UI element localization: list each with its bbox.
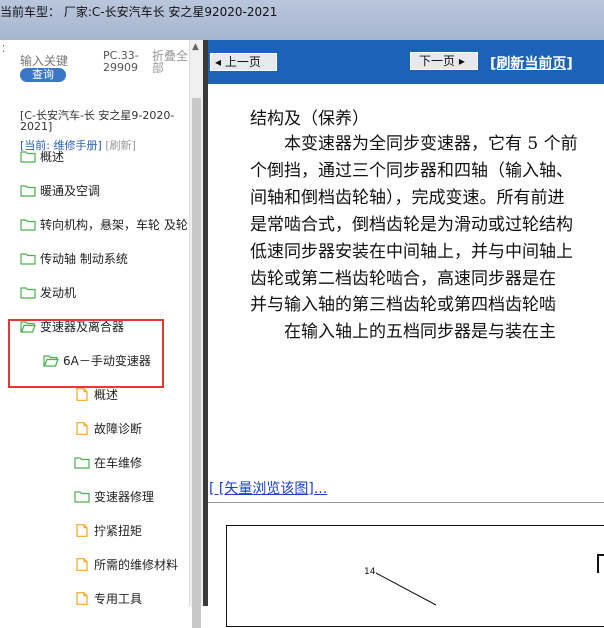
document-icon [74, 523, 90, 537]
tree-item[interactable]: 在车维修 [74, 452, 142, 472]
body-line: 是常啮合式，倒档齿轮是为滑动或过轮结构 [250, 214, 573, 235]
scroll-up-icon[interactable]: ▲ [192, 42, 199, 52]
tree-item[interactable]: 故障诊断 [74, 418, 142, 438]
title-bar: 当前车型： 厂家:C-长安汽车长 安之星92020-2021 [0, 0, 604, 40]
pc-code: PC.33-29909 [103, 49, 139, 74]
vehicle-name: [C-长安汽车-长 安之星9-2020-2021] [20, 109, 175, 133]
folder-icon [20, 218, 36, 231]
tree-item[interactable]: 概述 [20, 146, 64, 166]
tree-item-label: 发动机 [40, 285, 77, 300]
window-title: 当前车型： 厂家:C-长安汽车长 安之星92020-2021 [0, 5, 278, 19]
left-scrollbar[interactable]: ▲ [189, 40, 204, 628]
scrollbar-thumb[interactable] [192, 98, 201, 628]
body-line: 个倒挡，通过三个同步器和四轴（输入轴、 [250, 160, 573, 181]
refresh-page-link[interactable]: [刷新当前页] [490, 53, 573, 73]
tree-refresh-link[interactable]: [刷新] [105, 139, 136, 152]
body-line: 间轴和倒档齿轮轴），完成变速。所有前进 [250, 187, 565, 208]
highlight-annotation [8, 319, 164, 388]
tree-item[interactable]: 发动机 [20, 282, 76, 302]
vector-view-link[interactable]: [ [矢量浏览该图]... [209, 478, 327, 498]
arrow-right-icon: ▸ [458, 54, 465, 68]
folder-icon [74, 490, 90, 503]
tree-item[interactable]: 转向机构，悬架，车轮 及轮 [20, 214, 188, 234]
prev-page-label: 上一页 [224, 55, 261, 69]
next-page-label: 下一页 [419, 54, 456, 68]
tree-item[interactable]: 拧紧扭矩 [74, 520, 142, 540]
document-icon [74, 387, 90, 401]
tree-item[interactable]: 专用工具 [74, 588, 142, 608]
prev-page-button[interactable]: ◂ 上一页 [210, 53, 277, 71]
search-button[interactable]: 查询 [20, 68, 66, 82]
tree-item-label: 拧紧扭矩 [94, 523, 143, 538]
diagram-lines [375, 554, 604, 606]
document-icon [74, 557, 90, 571]
tree-item-label: 变速器修理 [94, 489, 155, 504]
tree-item-label: 在车维修 [94, 455, 143, 470]
keyword-label: 输入关键 [20, 54, 69, 68]
arrow-left-icon: ◂ [215, 55, 222, 69]
document-icon [74, 421, 90, 435]
body-line: 并与输入轴的第三档齿轮或第四档齿轮啮 [250, 295, 556, 316]
body-line: 本变速器为全同步变速器，它有 5 个前 [250, 134, 578, 154]
folder-icon [20, 184, 36, 197]
folder-icon [20, 150, 36, 163]
document-icon [74, 591, 90, 605]
folder-icon [74, 456, 90, 469]
content-toolbar: ◂ 上一页 下一页 ▸ [刷新当前页] [208, 40, 604, 84]
body-line: 在输入轴上的五档同步器是与装在主 [250, 322, 556, 343]
tree-item-label: 故障诊断 [94, 421, 143, 436]
body-line: 低速同步器安装在中间轴上，并与中间轴上 [250, 241, 573, 262]
tree-item-label: 暖通及空调 [40, 183, 101, 198]
body-line: 齿轮或第二档齿轮啮合，高速同步器是在 [250, 268, 556, 289]
diagram-figure: 14 [208, 502, 604, 627]
tree-item-label: 转向机构，悬架，车轮 及轮 [40, 217, 188, 232]
tree-item-label: 概述 [94, 387, 119, 402]
fold-all-link[interactable]: 折叠全部 [152, 50, 188, 74]
tree-item-label: 所需的维修材料 [94, 557, 179, 572]
tree-item-label: 传动轴 制动系统 [40, 251, 128, 266]
document-body: 本变速器为全同步变速器，它有 5 个前 个倒挡，通过三个同步器和四轴（输入轴、 … [250, 131, 604, 375]
folder-icon [20, 286, 36, 299]
tree-item[interactable]: 暖通及空调 [20, 180, 100, 200]
tree-item[interactable]: 所需的维修材料 [74, 554, 178, 574]
tree-item-label: 专用工具 [94, 591, 143, 606]
tree-item[interactable]: 传动轴 制动系统 [20, 248, 128, 268]
document-title: 结构及（保养） [250, 109, 369, 129]
next-page-button[interactable]: 下一页 ▸ [410, 52, 478, 70]
splitter-grip-icon: ⁚ [2, 44, 6, 55]
tree-item-label: 概述 [40, 149, 65, 164]
tree-item[interactable]: 变速器修理 [74, 486, 154, 506]
folder-icon [20, 252, 36, 265]
